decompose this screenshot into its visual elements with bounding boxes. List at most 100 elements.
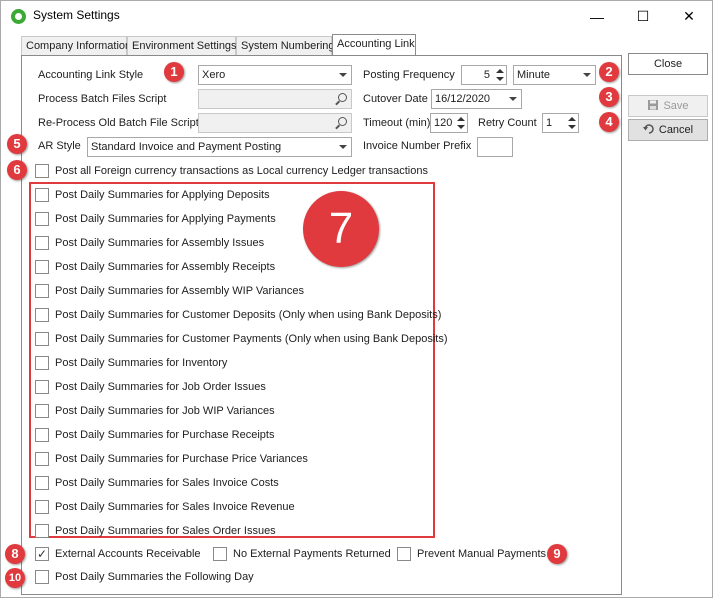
daily-summary-label: Post Daily Summaries for Purchase Price … xyxy=(55,453,308,465)
daily-summary-label: Post Daily Summaries for Applying Deposi… xyxy=(55,189,270,201)
daily-summary-label: Post Daily Summaries for Assembly Issues xyxy=(55,237,265,249)
callout-badge-9: 9 xyxy=(547,544,567,564)
posting-frequency-unit-dropdown[interactable]: Minute xyxy=(513,65,596,85)
daily-summary-label: Post Daily Summaries for Inventory xyxy=(55,357,228,369)
reprocess-script-field[interactable] xyxy=(198,113,352,133)
prevent-manual-payments-label: Prevent Manual Payments xyxy=(417,548,547,560)
foreign-currency-label: Post all Foreign currency transactions a… xyxy=(55,165,428,177)
spinner-arrows-icon[interactable] xyxy=(566,114,578,132)
daily-summary-label: Post Daily Summaries for Sales Order Iss… xyxy=(55,525,276,537)
daily-summary-label: Post Daily Summaries for Customer Deposi… xyxy=(55,309,442,321)
chevron-down-icon xyxy=(339,145,347,149)
tab-environment-settings[interactable]: Environment Settings xyxy=(127,36,237,56)
daily-summary-label: Post Daily Summaries for Assembly WIP Va… xyxy=(55,285,305,297)
posting-frequency-value: 5 xyxy=(483,69,490,81)
callout-badge-8: 8 xyxy=(5,544,25,564)
daily-summary-checkbox[interactable] xyxy=(35,236,49,250)
daily-summary-checkbox[interactable] xyxy=(35,284,49,298)
foreign-currency-checkbox[interactable] xyxy=(35,164,49,178)
daily-summary-label: Post Daily Summaries for Applying Paymen… xyxy=(55,213,276,225)
minimize-button[interactable]: — xyxy=(574,1,620,32)
save-button[interactable]: Save xyxy=(628,95,708,117)
ar-style-dropdown[interactable]: Standard Invoice and Payment Posting xyxy=(87,137,352,157)
close-window-button[interactable]: ✕ xyxy=(666,1,712,32)
posting-frequency-label: Posting Frequency xyxy=(363,69,455,81)
daily-summary-label: Post Daily Summaries for Sales Invoice C… xyxy=(55,477,279,489)
daily-summary-label: Post Daily Summaries for Sales Invoice R… xyxy=(55,501,295,513)
callout-badge-3: 3 xyxy=(599,87,619,107)
tab-company-information[interactable]: Company Information xyxy=(21,36,131,56)
tab-system-numbering[interactable]: System Numbering xyxy=(236,36,335,56)
retry-count-label: Retry Count xyxy=(478,117,537,129)
timeout-value: 120 xyxy=(434,117,453,129)
following-day-checkbox[interactable] xyxy=(35,570,49,584)
daily-summary-checkbox[interactable] xyxy=(35,452,49,466)
title-bar: System Settings — ☐ ✕ xyxy=(1,1,712,32)
daily-summary-checkbox[interactable] xyxy=(35,308,49,322)
search-icon[interactable] xyxy=(338,117,347,126)
batch-script-label: Process Batch Files Script xyxy=(38,93,167,105)
retry-count-spinner[interactable]: 1 xyxy=(542,113,579,133)
tab-accounting-link[interactable]: Accounting Link xyxy=(332,34,416,57)
save-label: Save xyxy=(663,100,689,112)
daily-summary-label: Post Daily Summaries for Customer Paymen… xyxy=(55,333,448,345)
daily-summary-checkbox[interactable] xyxy=(35,500,49,514)
daily-summary-checkbox[interactable] xyxy=(35,404,49,418)
ar-style-value: Standard Invoice and Payment Posting xyxy=(91,141,282,153)
daily-summary-checkbox[interactable] xyxy=(35,212,49,226)
chevron-down-icon xyxy=(509,97,517,101)
cutover-date-label: Cutover Date xyxy=(363,93,428,105)
daily-summary-checkbox[interactable] xyxy=(35,476,49,490)
spinner-arrows-icon[interactable] xyxy=(494,66,506,84)
posting-frequency-spinner[interactable]: 5 xyxy=(461,65,507,85)
callout-badge-1: 1 xyxy=(164,62,184,82)
callout-badge-4: 4 xyxy=(599,112,619,132)
chevron-down-icon xyxy=(583,73,591,77)
app-logo-icon xyxy=(11,9,26,24)
daily-summary-checkbox[interactable] xyxy=(35,428,49,442)
no-external-payments-checkbox[interactable] xyxy=(213,547,227,561)
callout-badge-7: 7 xyxy=(303,191,379,267)
chevron-down-icon xyxy=(339,73,347,77)
no-external-payments-label: No External Payments Returned xyxy=(233,548,391,560)
system-settings-window: System Settings — ☐ ✕ Company Informatio… xyxy=(0,0,713,598)
link-style-dropdown[interactable]: Xero xyxy=(198,65,352,85)
cancel-button[interactable]: Cancel xyxy=(628,119,708,141)
daily-summary-label: Post Daily Summaries for Job Order Issue… xyxy=(55,381,266,393)
daily-summary-checkbox[interactable] xyxy=(35,260,49,274)
undo-icon xyxy=(642,124,654,134)
cutover-date-picker[interactable]: 16/12/2020 xyxy=(431,89,522,109)
reprocess-label: Re-Process Old Batch File Script xyxy=(38,117,199,129)
callout-badge-10: 10 xyxy=(5,568,25,588)
external-ar-label: External Accounts Receivable xyxy=(55,548,201,560)
close-button[interactable]: Close xyxy=(628,53,708,75)
batch-script-field[interactable] xyxy=(198,89,352,109)
daily-summary-checkbox[interactable] xyxy=(35,356,49,370)
daily-summary-checkbox[interactable] xyxy=(35,332,49,346)
invoice-prefix-label: Invoice Number Prefix xyxy=(363,140,472,152)
floppy-disk-icon xyxy=(648,100,659,110)
ar-style-label: AR Style xyxy=(38,140,81,152)
callout-badge-6: 6 xyxy=(7,160,27,180)
link-style-label: Accounting Link Style xyxy=(38,69,144,81)
maximize-button[interactable]: ☐ xyxy=(620,1,666,32)
invoice-prefix-field[interactable] xyxy=(477,137,513,157)
timeout-spinner[interactable]: 120 xyxy=(430,113,468,133)
daily-summary-checkbox[interactable] xyxy=(35,188,49,202)
search-icon[interactable] xyxy=(338,93,347,102)
daily-summary-label: Post Daily Summaries for Job WIP Varianc… xyxy=(55,405,275,417)
spinner-arrows-icon[interactable] xyxy=(455,114,467,132)
cutover-date-value: 16/12/2020 xyxy=(435,93,491,105)
link-style-value: Xero xyxy=(202,69,226,81)
daily-summary-checkbox[interactable] xyxy=(35,380,49,394)
daily-summary-label: Post Daily Summaries for Assembly Receip… xyxy=(55,261,276,273)
callout-badge-2: 2 xyxy=(599,62,619,82)
callout-badge-5: 5 xyxy=(7,134,27,154)
posting-frequency-unit-value: Minute xyxy=(517,69,551,81)
prevent-manual-payments-checkbox[interactable] xyxy=(397,547,411,561)
following-day-label: Post Daily Summaries the Following Day xyxy=(55,571,254,583)
external-ar-checkbox[interactable]: ✓ xyxy=(35,547,49,561)
cancel-label: Cancel xyxy=(658,124,694,136)
daily-summary-checkbox[interactable] xyxy=(35,524,49,538)
retry-count-value: 1 xyxy=(546,117,553,129)
